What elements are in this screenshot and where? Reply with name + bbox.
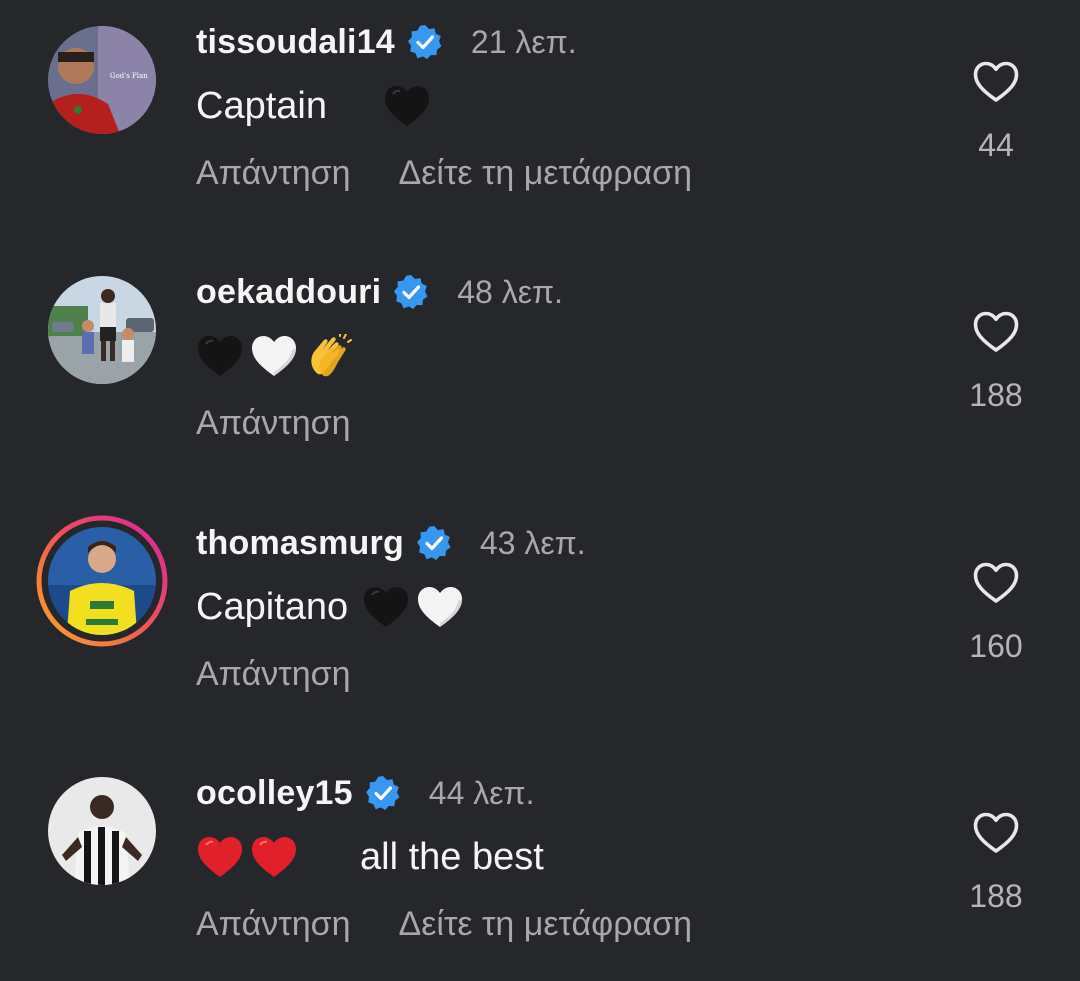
username[interactable]: oekaddouri: [196, 273, 381, 312]
red-heart-icon: [196, 835, 244, 879]
comment-text: Captain: [196, 84, 327, 127]
black-heart-icon: [196, 334, 244, 378]
avatar[interactable]: [48, 276, 156, 384]
see-translation-button[interactable]: Δείτε τη μετάφραση: [399, 154, 693, 193]
reply-button[interactable]: Απάντηση: [196, 655, 351, 694]
username[interactable]: tissoudali14: [196, 23, 395, 62]
red-heart-icon: [250, 835, 298, 879]
heart-outline-icon[interactable]: [972, 811, 1020, 860]
comment-timestamp: 21 λεπ.: [470, 23, 577, 60]
comment-item: ocolley15 44 λεπ. all the best Απάντηση …: [0, 751, 1080, 981]
white-heart-icon: [416, 585, 464, 629]
username[interactable]: ocolley15: [196, 774, 353, 813]
like-count: 188: [969, 878, 1023, 914]
comment-text: Capitano: [196, 585, 349, 628]
avatar[interactable]: God's Plan: [48, 26, 156, 134]
black-heart-icon: [362, 585, 410, 629]
heart-outline-icon[interactable]: [972, 310, 1020, 359]
verified-badge-icon: [416, 525, 452, 561]
comment-item: oekaddouri 48 λεπ. Απάντηση 188: [0, 250, 1080, 480]
reply-button[interactable]: Απάντηση: [196, 154, 351, 193]
like-count: 160: [969, 628, 1023, 664]
see-translation-button[interactable]: Δείτε τη μετάφραση: [399, 905, 693, 944]
heart-outline-icon[interactable]: [972, 561, 1020, 610]
avatar[interactable]: [36, 515, 168, 647]
svg-text:God's Plan: God's Plan: [110, 72, 148, 80]
comment-text: all the best: [360, 835, 544, 878]
verified-badge-icon: [393, 274, 429, 310]
comment-item: God's Plan tissoudali14 21 λεπ. Captain …: [0, 0, 1080, 230]
comment-timestamp: 44 λεπ.: [428, 774, 535, 811]
like-count: 44: [978, 127, 1014, 163]
comment-item: thomasmurg 43 λεπ. Capitano Απάντηση 160: [0, 501, 1080, 731]
comment-timestamp: 48 λεπ.: [457, 273, 563, 310]
black-heart-icon: [383, 84, 431, 128]
reply-button[interactable]: Απάντηση: [196, 905, 351, 944]
white-heart-icon: [250, 334, 298, 378]
verified-badge-icon: [365, 775, 401, 811]
heart-outline-icon[interactable]: [972, 60, 1020, 109]
comment-timestamp: 43 λεπ.: [479, 524, 586, 561]
username[interactable]: thomasmurg: [196, 524, 404, 563]
reply-button[interactable]: Απάντηση: [196, 404, 351, 443]
avatar[interactable]: [48, 777, 156, 885]
verified-badge-icon: [407, 24, 443, 60]
like-count: 188: [969, 377, 1023, 413]
clapping-hands-icon: [304, 333, 352, 378]
